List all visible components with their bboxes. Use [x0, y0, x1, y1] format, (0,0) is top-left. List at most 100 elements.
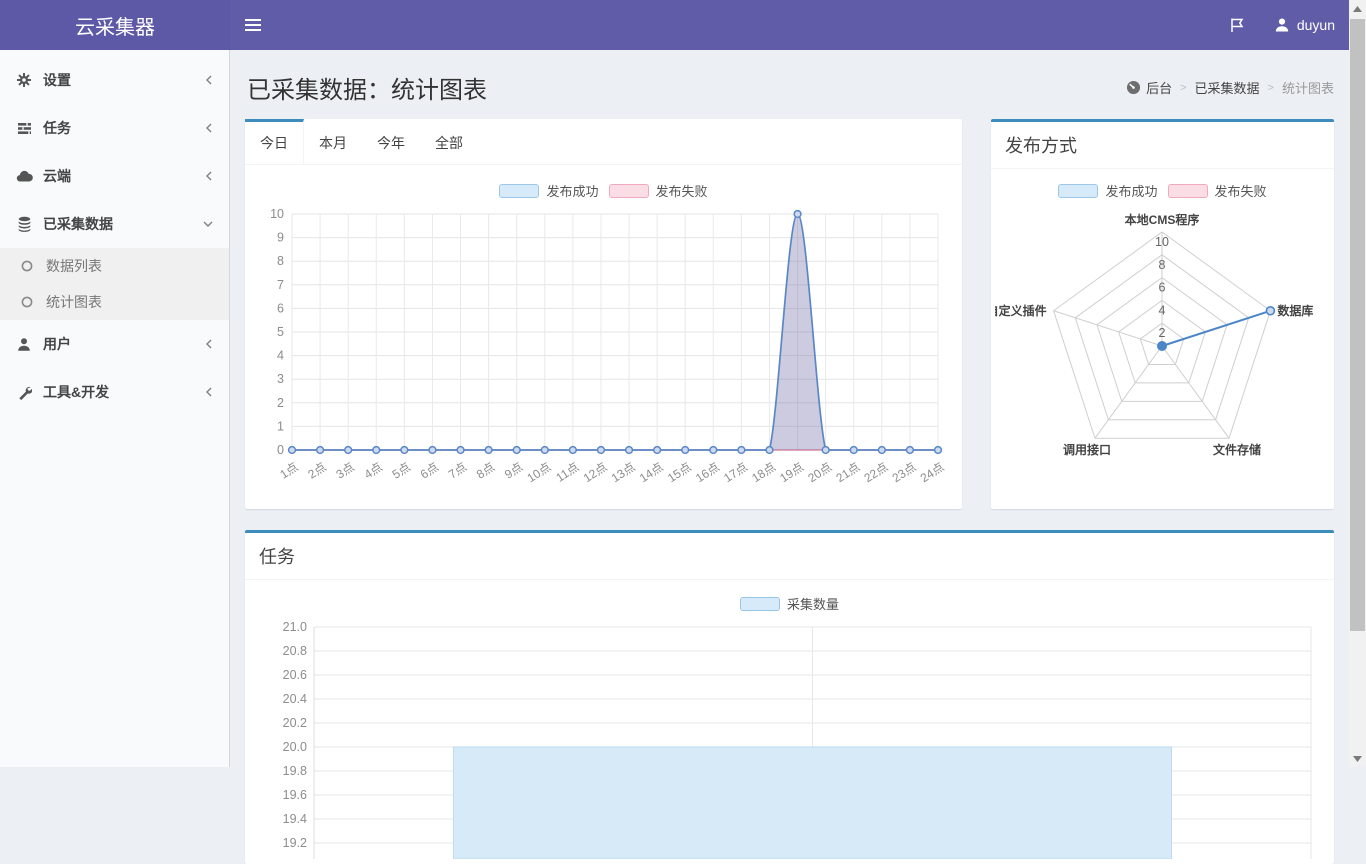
- dashboard-icon: [1126, 80, 1141, 95]
- page-scrollbar[interactable]: [1349, 0, 1366, 767]
- svg-text:4: 4: [277, 349, 284, 363]
- svg-text:20.4: 20.4: [283, 692, 307, 706]
- publish-method-panel: 发布方式 发布成功 发布失败 246810本地CMS程序数据库文件存储调用接口自…: [991, 119, 1334, 509]
- panel-title: 发布方式: [1005, 136, 1077, 156]
- breadcrumb-section[interactable]: 已采集数据: [1195, 78, 1260, 97]
- sidebar-subitem-data-list[interactable]: 数据列表: [0, 248, 229, 284]
- sidebar: 设置 任务 云端: [0, 50, 230, 767]
- sidebar-item-tools-dev[interactable]: 工具&开发: [0, 368, 229, 416]
- svg-text:10: 10: [270, 207, 284, 221]
- wrench-icon: [15, 385, 33, 400]
- svg-text:6: 6: [1159, 281, 1166, 295]
- publish-method-radar-chart: 246810本地CMS程序数据库文件存储调用接口自定义插件: [995, 206, 1330, 478]
- scroll-down-arrow[interactable]: [1349, 750, 1366, 767]
- hourly-chart-legend: 发布成功 发布失败: [255, 181, 952, 200]
- chevron-left-icon: [204, 338, 214, 350]
- sidebar-item-label: 任务: [43, 118, 194, 138]
- svg-text:8: 8: [277, 254, 284, 268]
- svg-text:11点: 11点: [553, 460, 581, 485]
- app-title: 云采集器: [75, 11, 155, 40]
- breadcrumb: 后台 > 已采集数据 > 统计图表: [1126, 78, 1334, 97]
- svg-text:21.0: 21.0: [283, 620, 307, 634]
- tab-all[interactable]: 全部: [420, 119, 478, 164]
- breadcrumb-separator: >: [1180, 82, 1186, 94]
- user-menu[interactable]: duyun: [1260, 0, 1349, 50]
- svg-text:4: 4: [1159, 303, 1166, 317]
- user-icon: [15, 337, 33, 352]
- sidebar-item-cloud[interactable]: 云端: [0, 152, 229, 200]
- scrollbar-thumb[interactable]: [1350, 19, 1365, 631]
- svg-text:22点: 22点: [862, 460, 891, 486]
- svg-text:8: 8: [1159, 258, 1166, 272]
- gear-icon: [15, 72, 33, 88]
- svg-text:16点: 16点: [693, 460, 722, 486]
- cloud-icon: [15, 169, 33, 184]
- top-navbar: 云采集器 duyun: [0, 0, 1349, 50]
- svg-text:19.4: 19.4: [283, 812, 307, 826]
- sidebar-item-settings[interactable]: 设置: [0, 56, 229, 104]
- sidebar-subitem-label: 数据列表: [46, 256, 102, 276]
- svg-text:6: 6: [277, 301, 284, 315]
- svg-text:1点: 1点: [277, 460, 300, 482]
- sidebar-toggle-button[interactable]: [230, 0, 276, 50]
- hourly-chart-panel: 今日 本月 今年 全部 发布成功 发布失败 0123456789101点2点3点…: [245, 119, 962, 509]
- chevron-left-icon: [204, 386, 214, 398]
- svg-text:13点: 13点: [609, 460, 638, 486]
- legend-swatch-volume: [740, 597, 780, 611]
- svg-text:自定义插件: 自定义插件: [995, 303, 1047, 318]
- svg-text:19.2: 19.2: [283, 836, 307, 850]
- sidebar-item-tasks[interactable]: 任务: [0, 104, 229, 152]
- breadcrumb-home[interactable]: 后台: [1126, 78, 1172, 97]
- legend-swatch-fail: [609, 184, 649, 198]
- svg-text:7点: 7点: [446, 460, 469, 482]
- svg-text:10点: 10点: [525, 460, 554, 486]
- breadcrumb-separator: >: [1268, 82, 1274, 94]
- radar-chart-legend: 发布成功 发布失败: [995, 181, 1330, 200]
- svg-text:19点: 19点: [777, 460, 806, 486]
- svg-text:3点: 3点: [334, 460, 357, 482]
- svg-text:23点: 23点: [890, 460, 919, 486]
- legend-swatch-fail: [1168, 184, 1208, 198]
- flag-menu[interactable]: [1214, 0, 1260, 50]
- tab-today[interactable]: 今日: [245, 119, 304, 164]
- tasks-bar-chart: 21.020.820.620.420.220.019.819.619.419.2…: [259, 619, 1319, 859]
- tab-this-month[interactable]: 本月: [304, 119, 362, 164]
- svg-text:21点: 21点: [833, 460, 862, 486]
- chevron-left-icon: [204, 122, 214, 134]
- svg-text:14点: 14点: [637, 460, 666, 486]
- svg-text:2: 2: [277, 396, 284, 410]
- svg-text:3: 3: [277, 372, 284, 386]
- svg-text:本地CMS程序: 本地CMS程序: [1125, 212, 1200, 227]
- svg-text:5点: 5点: [390, 460, 413, 482]
- svg-text:19.8: 19.8: [283, 764, 307, 778]
- tasks-chart-legend: 采集数量: [259, 594, 1320, 613]
- chevron-down-icon: [202, 219, 214, 229]
- sidebar-subitem-stats-chart[interactable]: 统计图表: [0, 284, 229, 320]
- svg-text:1: 1: [277, 419, 284, 433]
- database-icon: [15, 216, 33, 232]
- svg-text:7: 7: [277, 278, 284, 292]
- sidebar-item-label: 工具&开发: [43, 382, 194, 402]
- svg-text:12点: 12点: [581, 460, 610, 486]
- svg-text:9点: 9点: [502, 460, 525, 482]
- app-logo[interactable]: 云采集器: [0, 0, 230, 50]
- tab-this-year[interactable]: 今年: [362, 119, 420, 164]
- sidebar-item-label: 用户: [43, 334, 194, 354]
- svg-text:24点: 24点: [918, 460, 947, 486]
- tasks-icon: [15, 121, 33, 136]
- breadcrumb-current: 统计图表: [1282, 78, 1334, 97]
- panel-title: 任务: [259, 547, 295, 567]
- hourly-line-chart: 0123456789101点2点3点4点5点6点7点8点9点10点11点12点1…: [255, 206, 952, 498]
- flag-icon: [1228, 16, 1246, 34]
- svg-text:20点: 20点: [805, 460, 834, 486]
- sidebar-item-collected-data[interactable]: 已采集数据: [0, 200, 229, 248]
- svg-text:20.0: 20.0: [283, 740, 307, 754]
- time-range-tabs: 今日 本月 今年 全部: [245, 119, 962, 165]
- svg-text:调用接口: 调用接口: [1063, 442, 1111, 457]
- svg-text:2点: 2点: [305, 460, 328, 482]
- circle-o-icon: [18, 296, 36, 308]
- scroll-up-arrow[interactable]: [1349, 0, 1366, 17]
- sidebar-item-users[interactable]: 用户: [0, 320, 229, 368]
- username: duyun: [1297, 17, 1335, 33]
- svg-text:数据库: 数据库: [1277, 303, 1313, 318]
